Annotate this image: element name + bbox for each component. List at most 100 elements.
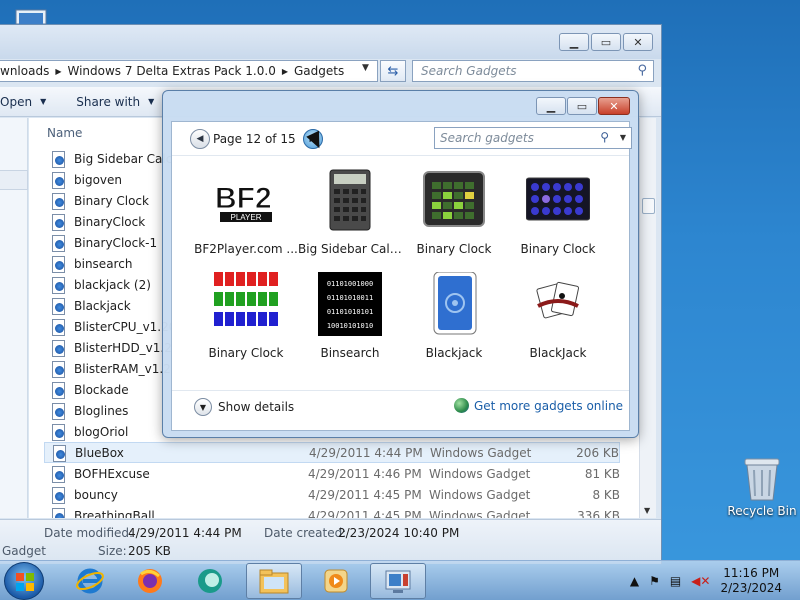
recycle-bin-icon [742, 456, 782, 502]
start-button[interactable] [4, 562, 44, 600]
gadget-tile-binsearch[interactable]: 01101001000 01101010011 01101010101 1001… [298, 272, 402, 372]
volume-muted-icon[interactable]: ◀✕ [691, 574, 710, 588]
gadget-file-icon [50, 150, 66, 168]
maximize-icon: ▭ [576, 99, 588, 113]
action-center-flag-icon[interactable]: ⚑ [649, 574, 660, 588]
svg-text:01101001000: 01101001000 [327, 280, 373, 288]
internet-explorer-icon [76, 568, 104, 594]
address-dropdown-icon[interactable]: ▼ [362, 63, 369, 73]
taskbar-media-player[interactable] [308, 563, 364, 599]
gadget-search-input[interactable]: Search gadgets ⚲ ▼ [434, 127, 632, 149]
gadget-file-icon [51, 444, 67, 462]
breadcrumb-separator-icon[interactable]: ▶ [282, 67, 288, 76]
date-modified-value: 4/29/2011 4:44 PM [128, 526, 242, 540]
table-row[interactable]: BOFHExcuse 4/29/2011 4:46 PM Windows Gadge… [44, 463, 620, 484]
show-details-button[interactable]: ▼ Show details [194, 398, 294, 416]
search-dropdown-icon[interactable]: ▼ [620, 133, 626, 142]
gadget-gallery-window: ▁ ▭ ✕ ◀ Page 12 of 15 ▶ Search gadgets ⚲… [162, 90, 639, 438]
previous-page-button[interactable]: ◀ [190, 129, 210, 149]
taskbar-app-green[interactable] [182, 563, 238, 599]
open-button[interactable]: Open ▼ [0, 95, 46, 109]
svg-text:PLAYER: PLAYER [231, 213, 262, 222]
recycle-bin[interactable]: Recycle Bin [724, 452, 800, 524]
taskbar-windows-explorer[interactable] [246, 563, 302, 599]
column-header-name[interactable]: Name [47, 126, 82, 140]
gadget-caption: Binary Clock [520, 242, 596, 256]
share-with-button[interactable]: Share with ▼ [76, 95, 154, 109]
size-label: Size: [98, 544, 127, 558]
taskbar-internet-explorer[interactable] [62, 563, 118, 599]
gadget-tile-big-sidebar-calc[interactable]: Big Sidebar Calc... [298, 168, 402, 268]
breadcrumb-item[interactable]: wnloads [0, 64, 49, 78]
table-row[interactable]: BlueBox 4/29/2011 4:44 PM Windows Gadget 20… [44, 442, 620, 463]
binary-clock-dots-icon [525, 168, 591, 232]
minimize-button[interactable]: ▁ [559, 33, 589, 51]
breadcrumb-item[interactable]: Gadgets [294, 64, 344, 78]
file-date: 4/29/2011 4:45 PM [308, 487, 422, 502]
gadget-search-placeholder: Search gadgets [440, 131, 534, 145]
table-row[interactable]: bouncy 4/29/2011 4:45 PM Windows Gadget 8 K… [44, 484, 620, 505]
gallery-minimize-button[interactable]: ▁ [536, 97, 566, 115]
file-name: bouncy [74, 487, 118, 502]
gadget-gallery-icon [385, 570, 411, 593]
close-button[interactable]: ✕ [623, 33, 653, 51]
search-placeholder: Search Gadgets [421, 64, 517, 78]
show-details-label: Show details [218, 400, 295, 414]
navigation-pane[interactable] [0, 118, 28, 518]
table-row[interactable]: BreathingBall 4/29/2011 4:45 PM Windows Ga… [44, 505, 620, 518]
gadget-tile-binary-clock-3[interactable]: Binary Clock [194, 272, 298, 372]
gadget-caption: Blackjack [425, 346, 483, 360]
network-icon[interactable]: ▤ [670, 574, 681, 588]
scroll-down-icon[interactable]: ▼ [644, 506, 650, 515]
close-icon: ✕ [633, 35, 643, 49]
get-more-gadgets-label: Get more gadgets online [474, 398, 624, 413]
clock-time: 11:16 PM [723, 566, 780, 580]
firefox-icon [138, 569, 162, 593]
gadget-tile-blackjack-2[interactable]: BlackJack [506, 272, 610, 372]
breadcrumb-item[interactable]: Windows 7 Delta Extras Pack 1.0.0 [67, 64, 275, 78]
gadget-file-icon [50, 318, 66, 336]
gadget-file-icon [50, 234, 66, 252]
windows-logo-icon [16, 573, 34, 591]
file-size: 336 KB [577, 508, 620, 519]
gadget-tile-blackjack[interactable]: Blackjack [402, 271, 506, 372]
svg-text:01101010011: 01101010011 [327, 294, 373, 302]
gadget-tile-binary-clock-2[interactable]: Binary Clock [506, 168, 610, 268]
breadcrumb-separator-icon[interactable]: ▶ [55, 67, 61, 76]
file-size: 206 KB [576, 445, 619, 460]
desktop-icon-partial[interactable] [0, 0, 70, 25]
gadget-tile-bf2player[interactable]: BF2 PLAYER BF2Player.com ... [194, 168, 298, 268]
taskbar: ▲ ⚑ ▤ ◀✕ 11:16 PM 2/23/2024 [0, 560, 800, 600]
search-icon: ⚲ [600, 130, 609, 144]
maximize-button[interactable]: ▭ [591, 33, 621, 51]
taskbar-gadget-gallery[interactable] [370, 563, 426, 599]
scrollbar-thumb[interactable] [642, 198, 655, 214]
size-value: 205 KB [128, 544, 171, 558]
refresh-button[interactable]: ⇆ [380, 60, 406, 82]
gallery-close-button[interactable]: ✕ [598, 97, 630, 115]
file-type: Windows Gadget [429, 487, 531, 502]
nav-selected-item[interactable] [0, 170, 28, 190]
gadget-tile-binary-clock[interactable]: Binary Clock [402, 168, 506, 268]
explorer-titlebar[interactable]: ▁ ▭ ✕ [0, 25, 661, 59]
media-player-icon [324, 569, 348, 593]
chevron-down-icon: ▼ [148, 97, 155, 106]
show-hidden-icons-icon[interactable]: ▲ [630, 574, 639, 588]
get-more-gadgets-link[interactable]: Get more gadgets online [454, 398, 623, 413]
file-size: 81 KB [584, 466, 620, 481]
binary-clock-icon [422, 168, 486, 232]
address-bar[interactable]: wnloads ▶ Windows 7 Delta Extras Pack 1.… [0, 60, 378, 82]
gadget-file-icon [50, 276, 66, 294]
monitor-icon [15, 9, 47, 25]
gallery-header: ◀ Page 12 of 15 ▶ Search gadgets ⚲ ▼ [172, 122, 632, 156]
binary-clock-color-icon [214, 272, 278, 336]
file-date: 4/29/2011 4:46 PM [308, 466, 422, 481]
gadget-file-icon [50, 381, 66, 399]
clock[interactable]: 11:16 PM 2/23/2024 [720, 566, 782, 596]
gallery-maximize-button[interactable]: ▭ [567, 97, 597, 115]
taskbar-firefox[interactable] [122, 563, 178, 599]
gadget-file-icon [50, 171, 66, 189]
arrow-left-icon: ◀ [196, 134, 204, 144]
vertical-scrollbar[interactable]: ▼ [639, 118, 656, 518]
search-input[interactable]: Search Gadgets ⚲ [412, 60, 654, 82]
